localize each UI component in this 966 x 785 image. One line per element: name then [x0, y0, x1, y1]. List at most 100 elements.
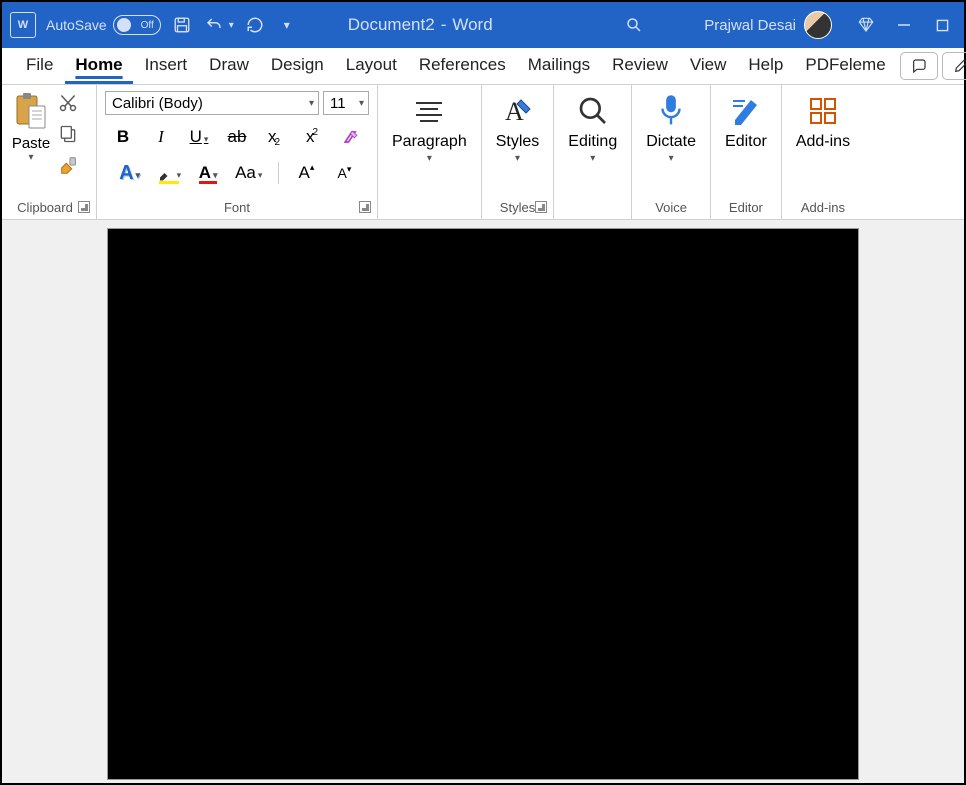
undo-dropdown-icon[interactable]: ▾	[229, 20, 234, 31]
dictate-label: Dictate	[646, 133, 696, 151]
styles-launcher[interactable]	[535, 201, 547, 213]
autosave-label: AutoSave	[46, 17, 107, 33]
maximize-button[interactable]	[928, 11, 956, 39]
chevron-down-icon: ▾	[359, 98, 364, 109]
tab-draw[interactable]: Draw	[199, 49, 259, 84]
redo-button[interactable]	[244, 14, 266, 36]
highlight-button[interactable]: ▾	[157, 161, 182, 185]
format-painter-button[interactable]	[58, 155, 80, 177]
paste-label: Paste	[12, 135, 50, 152]
paragraph-label: Paragraph	[392, 133, 467, 151]
tab-layout[interactable]: Layout	[336, 49, 407, 84]
paste-dropdown-icon[interactable]: ▾	[28, 152, 33, 163]
paste-icon	[10, 91, 52, 133]
group-voice: Dictate ▾ Voice	[632, 85, 711, 219]
strikethrough-button[interactable]: ab	[226, 125, 248, 149]
tab-view[interactable]: View	[680, 49, 737, 84]
chevron-down-icon: ▾	[258, 170, 263, 181]
editor-title: Editor	[729, 196, 763, 215]
document-page[interactable]	[107, 228, 859, 780]
tab-file[interactable]: File	[16, 49, 63, 84]
search-button[interactable]	[624, 16, 644, 34]
tab-pdfelement[interactable]: PDFeleme	[795, 49, 895, 84]
font-size-combo[interactable]: 11 ▾	[323, 91, 369, 115]
dictate-dropdown-icon[interactable]: ▾	[669, 153, 674, 164]
autosave-toggle[interactable]: AutoSave Off	[46, 15, 161, 35]
change-case-button[interactable]: Aa▾	[235, 161, 262, 185]
font-color-button[interactable]: A▾	[197, 161, 219, 185]
tab-home[interactable]: Home	[65, 49, 132, 84]
tab-design[interactable]: Design	[261, 49, 334, 84]
editing-mode-button[interactable]: Editing ▾	[942, 52, 966, 80]
addins-title: Add-ins	[801, 196, 845, 215]
group-addins: Add-ins Add-ins	[782, 85, 864, 219]
styles-icon[interactable]: A	[500, 93, 536, 129]
font-title: Font	[224, 196, 250, 215]
comments-button[interactable]	[900, 52, 938, 80]
clipboard-launcher[interactable]	[78, 201, 90, 213]
font-size-value: 11	[330, 95, 346, 112]
paragraph-icon[interactable]	[411, 93, 447, 129]
group-clipboard: Paste ▾ Clipboard	[2, 85, 97, 219]
editor-icon[interactable]	[728, 93, 764, 129]
chevron-down-icon: ▾	[177, 170, 182, 181]
chevron-down-icon: ▾	[309, 98, 314, 109]
ribbon: Paste ▾ Clipboard Calibri (Body)	[2, 85, 964, 220]
font-name-combo[interactable]: Calibri (Body) ▾	[105, 91, 319, 115]
shrink-font-button[interactable]: A▾	[333, 161, 355, 185]
styles-label: Styles	[496, 133, 540, 151]
document-title: Document2 - Word	[348, 15, 493, 35]
chevron-down-icon: ▾	[213, 170, 218, 181]
subscript-button[interactable]: x2	[264, 125, 286, 149]
paste-button[interactable]: Paste ▾	[10, 91, 52, 163]
tab-help[interactable]: Help	[738, 49, 793, 84]
group-styles: A Styles ▾ Styles	[482, 85, 555, 219]
diamond-premium-icon[interactable]	[852, 11, 880, 39]
app-name: Word	[452, 15, 492, 35]
styles-dropdown-icon[interactable]: ▾	[515, 153, 520, 164]
editing-dropdown-icon[interactable]: ▾	[590, 153, 595, 164]
italic-button[interactable]: I	[150, 125, 172, 149]
underline-button[interactable]: U▾	[188, 125, 210, 149]
chevron-down-icon: ▾	[204, 134, 209, 145]
qat-customize-icon[interactable]: ▾	[276, 14, 298, 36]
font-launcher[interactable]	[359, 201, 371, 213]
save-icon[interactable]	[171, 14, 193, 36]
addins-icon[interactable]	[805, 93, 841, 129]
tab-insert[interactable]: Insert	[135, 49, 198, 84]
group-font: Calibri (Body) ▾ 11 ▾ B I U▾ ab x2 x2 A▾…	[97, 85, 378, 219]
undo-button[interactable]	[203, 14, 225, 36]
minimize-button[interactable]	[890, 11, 918, 39]
bold-button[interactable]: B	[112, 125, 134, 149]
text-effects-button[interactable]: A▾	[119, 161, 141, 185]
ribbon-tabs: File Home Insert Draw Design Layout Refe…	[2, 48, 964, 85]
toggle-knob-icon	[117, 18, 131, 32]
font-name-value: Calibri (Body)	[112, 95, 203, 112]
tab-review[interactable]: Review	[602, 49, 678, 84]
title-separator: -	[441, 15, 447, 35]
editor-label: Editor	[725, 133, 767, 151]
title-bar: W AutoSave Off ▾ ▾ Document2 - Word Praj…	[2, 2, 964, 48]
word-app-icon: W	[10, 12, 36, 38]
paragraph-dropdown-icon[interactable]: ▾	[427, 153, 432, 164]
tab-mailings[interactable]: Mailings	[518, 49, 600, 84]
doc-name: Document2	[348, 15, 435, 35]
chevron-down-icon: ▾	[136, 170, 141, 181]
tab-references[interactable]: References	[409, 49, 516, 84]
addins-label: Add-ins	[796, 133, 850, 151]
clear-formatting-button[interactable]	[340, 125, 362, 149]
autosave-state: Off	[141, 20, 154, 31]
voice-title: Voice	[655, 196, 687, 215]
cut-button[interactable]	[58, 93, 80, 113]
microphone-icon[interactable]	[653, 93, 689, 129]
document-area	[2, 220, 964, 783]
find-icon[interactable]	[575, 93, 611, 129]
user-account[interactable]: Prajwal Desai	[704, 11, 832, 39]
editing-label: Editing	[568, 133, 617, 151]
autosave-switch[interactable]: Off	[113, 15, 161, 35]
superscript-button[interactable]: x2	[302, 125, 324, 149]
grow-font-button[interactable]: A▴	[295, 161, 317, 185]
copy-button[interactable]	[58, 123, 80, 145]
group-editing: Editing ▾ .	[554, 85, 632, 219]
user-name: Prajwal Desai	[704, 17, 796, 34]
